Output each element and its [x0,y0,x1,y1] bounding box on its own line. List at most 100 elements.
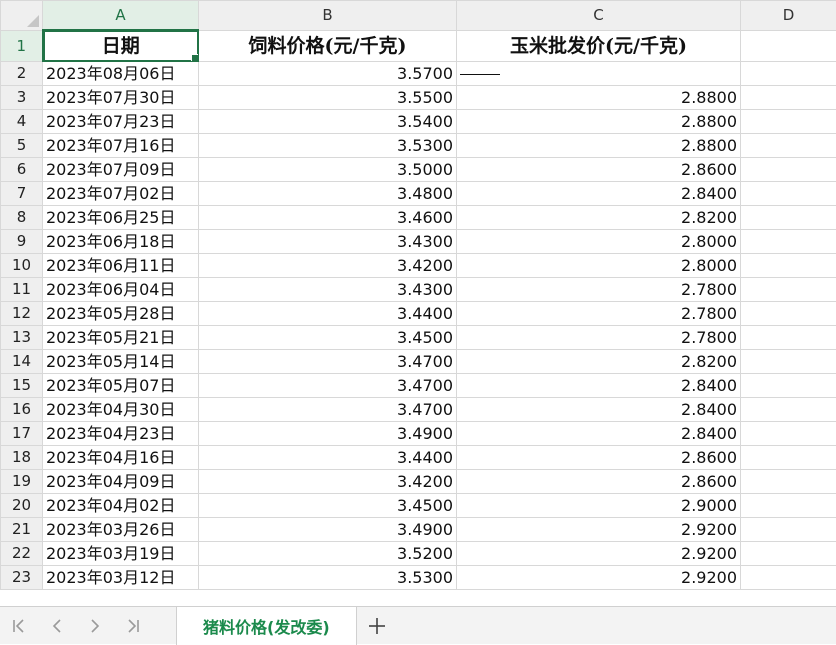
corn-price-cell[interactable]: 2.7800 [457,326,741,350]
date-cell[interactable]: 2023年07月30日 [43,86,199,110]
date-cell[interactable]: 2023年06月11日 [43,254,199,278]
empty-cell-d[interactable] [741,350,836,374]
empty-cell-d[interactable] [741,566,836,590]
row-header[interactable]: 18 [1,446,43,470]
fill-handle[interactable] [191,54,199,62]
empty-cell-d[interactable] [741,518,836,542]
corn-price-cell[interactable]: 2.9200 [457,542,741,566]
empty-cell-d[interactable] [741,494,836,518]
next-sheet-icon[interactable] [76,607,114,645]
empty-cell-d[interactable] [741,302,836,326]
feed-price-cell[interactable]: 3.4400 [199,446,457,470]
corn-price-cell[interactable]: 2.8400 [457,398,741,422]
date-cell[interactable]: 2023年04月09日 [43,470,199,494]
date-cell[interactable]: 2023年03月12日 [43,566,199,590]
row-header[interactable]: 22 [1,542,43,566]
date-cell[interactable]: 2023年07月02日 [43,182,199,206]
corn-price-cell[interactable]: 2.8800 [457,86,741,110]
cell-b1-feed-price-header[interactable]: 饲料价格(元/千克) [199,30,457,62]
date-cell[interactable]: 2023年05月21日 [43,326,199,350]
empty-cell-d[interactable] [741,230,836,254]
date-cell[interactable]: 2023年07月23日 [43,110,199,134]
row-header[interactable]: 7 [1,182,43,206]
date-cell[interactable]: 2023年08月06日 [43,62,199,86]
corn-price-cell[interactable]: 2.8400 [457,422,741,446]
row-header[interactable]: 20 [1,494,43,518]
row-header[interactable]: 4 [1,110,43,134]
feed-price-cell[interactable]: 3.4300 [199,230,457,254]
feed-price-cell[interactable]: 3.5200 [199,542,457,566]
corn-price-cell[interactable]: 2.8400 [457,182,741,206]
empty-cell-d[interactable] [741,206,836,230]
date-cell[interactable]: 2023年05月28日 [43,302,199,326]
date-cell[interactable]: 2023年04月23日 [43,422,199,446]
empty-cell-d[interactable] [741,182,836,206]
empty-cell-d[interactable] [741,326,836,350]
date-cell[interactable]: 2023年05月07日 [43,374,199,398]
select-all-corner[interactable] [1,1,43,31]
feed-price-cell[interactable]: 3.4700 [199,350,457,374]
last-sheet-icon[interactable] [114,607,152,645]
corn-price-cell[interactable]: 2.8800 [457,134,741,158]
feed-price-cell[interactable]: 3.4700 [199,398,457,422]
date-cell[interactable]: 2023年03月26日 [43,518,199,542]
corn-price-cell[interactable]: 2.8600 [457,158,741,182]
column-header-b[interactable]: B [199,1,457,31]
cell-a1-date-header[interactable]: 日期 [43,30,199,62]
column-header-d[interactable]: D [741,1,836,31]
row-header[interactable]: 12 [1,302,43,326]
feed-price-cell[interactable]: 3.4200 [199,470,457,494]
date-cell[interactable]: 2023年06月25日 [43,206,199,230]
feed-price-cell[interactable]: 3.4200 [199,254,457,278]
row-header[interactable]: 5 [1,134,43,158]
feed-price-cell[interactable]: 3.4400 [199,302,457,326]
row-header[interactable]: 17 [1,422,43,446]
date-cell[interactable]: 2023年03月19日 [43,542,199,566]
feed-price-cell[interactable]: 3.5300 [199,566,457,590]
feed-price-cell[interactable]: 3.5400 [199,110,457,134]
feed-price-cell[interactable]: 3.4900 [199,518,457,542]
empty-cell-d[interactable] [741,134,836,158]
first-sheet-icon[interactable] [0,607,38,645]
feed-price-cell[interactable]: 3.5700 [199,62,457,86]
column-header-c[interactable]: C [457,1,741,31]
row-header[interactable]: 6 [1,158,43,182]
empty-cell-d[interactable] [741,62,836,86]
corn-price-cell[interactable]: 2.8400 [457,374,741,398]
row-header[interactable]: 9 [1,230,43,254]
row-header[interactable]: 16 [1,398,43,422]
feed-price-cell[interactable]: 3.4300 [199,278,457,302]
date-cell[interactable]: 2023年07月16日 [43,134,199,158]
empty-cell-d[interactable] [741,398,836,422]
corn-price-cell[interactable]: 2.7800 [457,278,741,302]
cell-c1-corn-price-header[interactable]: 玉米批发价(元/千克) [457,30,741,62]
row-header[interactable]: 14 [1,350,43,374]
corn-price-cell[interactable]: 2.9200 [457,518,741,542]
empty-cell-d[interactable] [741,374,836,398]
spreadsheet-grid[interactable]: A B C D 1 日期 饲料价格(元/千克) 玉米批发价(元/千克) 2202… [0,0,836,606]
date-cell[interactable]: 2023年06月04日 [43,278,199,302]
feed-price-cell[interactable]: 3.5300 [199,134,457,158]
date-cell[interactable]: 2023年06月18日 [43,230,199,254]
row-header[interactable]: 19 [1,470,43,494]
row-header[interactable]: 2 [1,62,43,86]
feed-price-cell[interactable]: 3.4900 [199,422,457,446]
corn-price-cell[interactable]: 2.8600 [457,470,741,494]
row-header[interactable]: 8 [1,206,43,230]
feed-price-cell[interactable]: 3.5000 [199,158,457,182]
feed-price-cell[interactable]: 3.5500 [199,86,457,110]
corn-price-cell[interactable]: 2.9000 [457,494,741,518]
feed-price-cell[interactable]: 3.4700 [199,374,457,398]
empty-cell-d[interactable] [741,86,836,110]
corn-price-cell[interactable]: 2.8200 [457,350,741,374]
row-header[interactable]: 21 [1,518,43,542]
corn-price-cell[interactable]: 2.8800 [457,110,741,134]
row-header[interactable]: 10 [1,254,43,278]
empty-cell-d[interactable] [741,422,836,446]
row-header[interactable]: 13 [1,326,43,350]
date-cell[interactable]: 2023年04月16日 [43,446,199,470]
row-header[interactable]: 23 [1,566,43,590]
empty-cell-d[interactable] [741,158,836,182]
feed-price-cell[interactable]: 3.4500 [199,494,457,518]
empty-cell-d[interactable] [741,446,836,470]
